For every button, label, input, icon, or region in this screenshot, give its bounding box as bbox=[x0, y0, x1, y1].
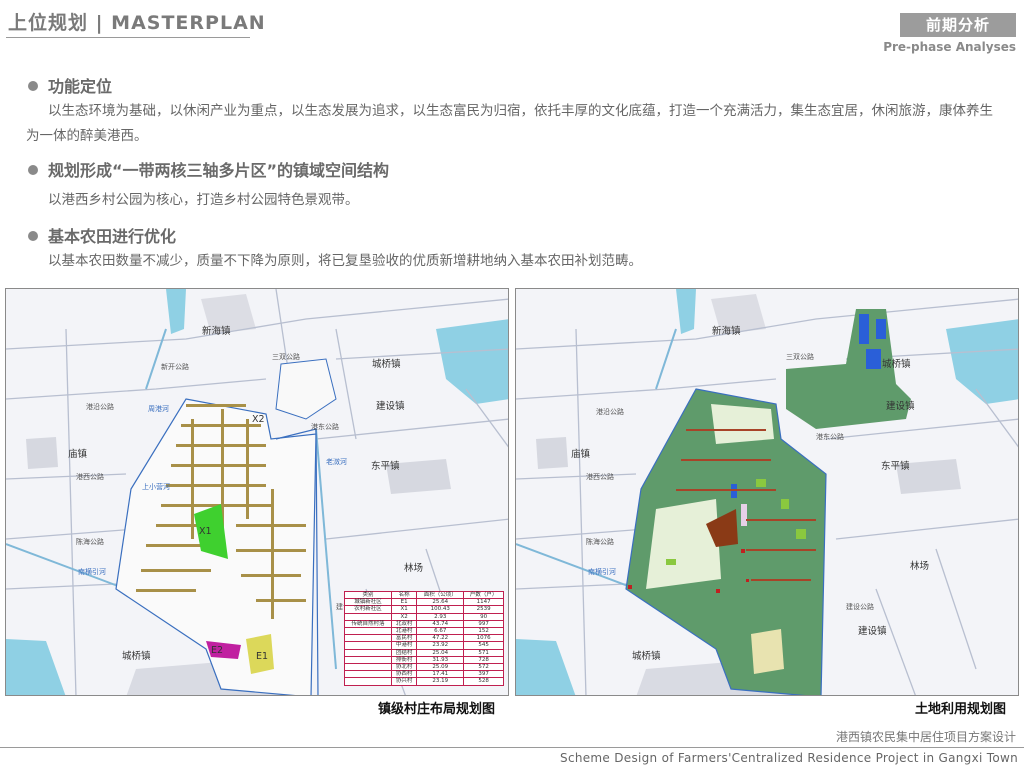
label-zone-e1: E1 bbox=[256, 651, 268, 662]
footer-divider bbox=[0, 747, 1024, 748]
label-gangyan-road: 港沿公路 bbox=[596, 407, 624, 416]
section-badge-subtitle: Pre-phase Analyses bbox=[883, 40, 1016, 54]
section-heading-3: 基本农田进行优化 bbox=[28, 223, 176, 247]
section-badge: 前期分析 bbox=[900, 13, 1016, 37]
label-laodong-river: 老滧河 bbox=[326, 457, 347, 466]
label-chengqiao-town: 城桥镇 bbox=[372, 358, 401, 370]
bullet-dot-icon bbox=[28, 164, 38, 175]
label-xinkai-road: 新开公路 bbox=[161, 362, 189, 371]
bullet-dot-icon bbox=[28, 230, 38, 241]
title-underline bbox=[6, 37, 250, 38]
label-sanshuang-road: 三双公路 bbox=[786, 352, 814, 361]
section-heading-2: 规划形成“一带两核三轴多片区”的镇域空间结构 bbox=[28, 157, 389, 181]
land-use-map: 新海镇 城桥镇 建设镇 庙镇 东平镇 林场 建设镇 城桥镇 港沿公路 港西公路 … bbox=[515, 288, 1019, 696]
label-linchang: 林场 bbox=[404, 562, 423, 574]
label-gangxi-road: 港西公路 bbox=[76, 472, 104, 481]
label-jianshe-town-south: 建设镇 bbox=[858, 625, 887, 637]
table-row: 协兴村 23.19 528 bbox=[344, 677, 504, 686]
label-miao-town: 庙镇 bbox=[68, 448, 88, 460]
section-text-1: 以生态环境为基础，以休闲产业为重点，以生态发展为追求，以生态富民为归宿，依托丰厚… bbox=[26, 103, 993, 144]
section-heading-1: 功能定位 bbox=[28, 73, 112, 97]
table-row: 中港村 23.92 545 bbox=[344, 641, 504, 650]
table-header-row: 类别 名称 面积（公顷） 户数（户） bbox=[344, 590, 504, 600]
label-gangxi-road: 港西公路 bbox=[586, 472, 614, 481]
table-row: X2 2.93 90 bbox=[344, 612, 504, 621]
footer-project-title-cn: 港西镇农民集中居住项目方案设计 bbox=[835, 730, 1016, 744]
land-use-map-drawing: 新海镇 城桥镇 建设镇 庙镇 东平镇 林场 建设镇 城桥镇 港沿公路 港西公路 … bbox=[516, 289, 1018, 695]
label-chenhai-road: 陈海公路 bbox=[586, 537, 614, 546]
table-row: 排衙村 31.93 728 bbox=[344, 655, 504, 665]
label-zhouhe-river: 周港河 bbox=[148, 404, 169, 413]
left-map-caption: 镇级村庄布局规划图 bbox=[378, 702, 496, 717]
label-miao-town: 庙镇 bbox=[571, 448, 591, 460]
page-title: 上位规划 | MASTERPLAN bbox=[8, 12, 266, 34]
label-nanheng-river: 南横引河 bbox=[78, 567, 106, 576]
table-row: 城镇新社区 E1 25.64 1147 bbox=[344, 598, 504, 607]
table-row: 团结村 25.04 571 bbox=[344, 648, 504, 657]
label-xinhai-town: 新海镇 bbox=[712, 325, 741, 337]
right-map-caption: 土地利用规划图 bbox=[915, 702, 1007, 717]
label-nanheng-river: 南横引河 bbox=[588, 567, 616, 576]
bullet-dot-icon bbox=[28, 80, 38, 91]
label-xinhai-town: 新海镇 bbox=[202, 325, 231, 337]
label-jianshe-road: 建设公路 bbox=[846, 602, 874, 611]
label-jianshe-town: 建设镇 bbox=[886, 400, 915, 412]
table-row: 农村新社区 X1 100.43 2539 bbox=[344, 605, 504, 614]
section-text-2: 以港西乡村公园为核心，打造乡村公园特色景观带。 bbox=[48, 192, 359, 208]
label-zone-x2: X2 bbox=[252, 414, 265, 425]
label-zone-e2: E2 bbox=[211, 645, 223, 656]
label-chenhai-road: 陈海公路 bbox=[76, 537, 104, 546]
table-row: 协北村 25.09 572 bbox=[344, 663, 504, 672]
footer-project-title-en: Scheme Design of Farmers'Centralized Res… bbox=[560, 751, 1018, 765]
section-text-3: 以基本农田数量不减少，质量不下降为原则，将已复垦验收的优质新增耕地纳入基本农田补… bbox=[48, 253, 642, 269]
label-dongping-town: 东平镇 bbox=[881, 460, 910, 472]
table-row: 协西村 17.41 397 bbox=[344, 670, 504, 679]
label-sanshuang-road: 三双公路 bbox=[272, 352, 300, 361]
label-chengqiao-town: 城桥镇 bbox=[882, 358, 911, 370]
label-zone-x1: X1 bbox=[199, 526, 212, 537]
village-statistics-table: 类别 名称 面积（公顷） 户数（户） 城镇新社区 E1 25.64 1147 农村新社… bbox=[344, 590, 504, 686]
label-gangdong-road: 港东公路 bbox=[816, 432, 844, 441]
village-layout-map: 新海镇 城桥镇 建设镇 庙镇 东平镇 林场 城桥镇 港沿公路 港西公路 陈海公路… bbox=[5, 288, 509, 696]
table-row: 富民村 47.22 1076 bbox=[344, 634, 504, 643]
label-gangyan-road: 港沿公路 bbox=[86, 402, 114, 411]
label-dongping-town: 东平镇 bbox=[371, 460, 400, 472]
label-shangxiao-river: 上小营河 bbox=[142, 482, 170, 491]
label-linchang: 林场 bbox=[910, 560, 929, 572]
label-gangdong-road: 港东公路 bbox=[311, 422, 339, 431]
table-row: 传统自然村落 北双村 43.74 997 bbox=[344, 619, 504, 629]
label-chengqiao-south: 城桥镇 bbox=[632, 650, 661, 662]
label-chengqiao-south: 城桥镇 bbox=[122, 650, 151, 662]
table-row: 北港村 6.67 152 bbox=[344, 627, 504, 636]
label-jianshe-town: 建设镇 bbox=[376, 400, 405, 412]
